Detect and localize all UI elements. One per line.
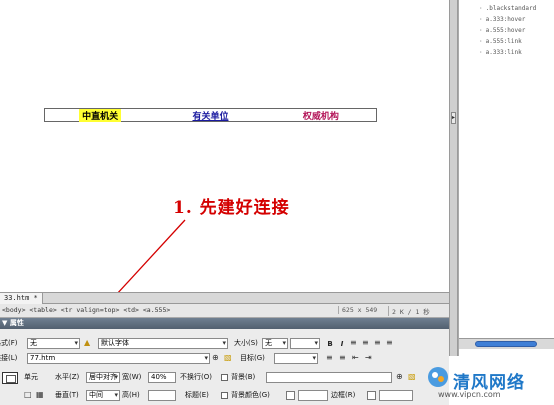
css-style-icon[interactable]: ▲ [84, 338, 90, 348]
font-select[interactable]: 默认字体 [98, 338, 228, 349]
height-input[interactable] [148, 390, 176, 401]
header-checkbox[interactable] [221, 392, 228, 399]
horizontal-align-label: 水平(Z) [55, 373, 80, 381]
bgcolor-swatch[interactable] [286, 391, 295, 400]
size-label: 大小(S) [234, 339, 258, 347]
border-label: 边框(R) [331, 391, 356, 399]
css-style-item[interactable]: a.333:hover [459, 14, 554, 25]
collapse-arrow-icon[interactable]: ▸ [451, 112, 456, 124]
css-style-item[interactable]: a.555:hover [459, 25, 554, 36]
status-bar: <body> <table> <tr valign=top> <td> <a.5… [0, 304, 449, 318]
align-left-icon[interactable]: ≡ [350, 338, 357, 348]
brand-url: www.vipcn.com [438, 390, 501, 399]
point-to-file-icon[interactable]: ⊕ [396, 372, 403, 382]
align-justify-icon[interactable]: ≡ [386, 338, 393, 348]
scroll-thumb[interactable] [475, 341, 537, 347]
link-label: 链接(L) [0, 354, 18, 362]
format-label: 格式(F) [0, 339, 18, 347]
tag-selector[interactable]: <body> <table> <tr valign=top> <td> <a.5… [2, 306, 170, 314]
size-select[interactable]: 无 [262, 338, 288, 349]
properties-panel: 格式(F) 无 ▲ 默认字体 大小(S) 无 B I ≡ ≡ ≡ ≡ 链接(L)… [0, 329, 449, 405]
css-style-item[interactable]: .blackstandard [459, 3, 554, 14]
italic-button[interactable]: I [337, 339, 347, 349]
align-right-icon[interactable]: ≡ [374, 338, 381, 348]
nowrap-checkbox[interactable] [221, 374, 228, 381]
align-center-icon[interactable]: ≡ [362, 338, 369, 348]
properties-panel-header[interactable]: ▼ 属性 [0, 318, 449, 329]
css-style-list: .blackstandard a.333:hover a.555:hover a… [459, 0, 554, 58]
background-label: 背景(B) [231, 373, 256, 381]
width-label: 宽(W) [122, 373, 142, 381]
bgcolor-label: 背景颜色(G) [231, 391, 270, 399]
target-label: 目标(G) [240, 354, 265, 362]
border-color-input[interactable] [379, 390, 413, 401]
download-size-readout: 2 K / 1 秒 [388, 306, 433, 316]
format-select[interactable]: 无 [27, 338, 80, 349]
document-tab[interactable]: 33.htm * [0, 293, 43, 304]
bgcolor-input[interactable] [298, 390, 328, 401]
size-unit-select[interactable] [290, 338, 320, 349]
css-style-item[interactable]: a.333:link [459, 47, 554, 58]
panel-splitter[interactable]: ▸ [449, 0, 458, 356]
border-color-swatch[interactable] [367, 391, 376, 400]
header-label: 标题(E) [185, 391, 209, 399]
link-input[interactable]: 77.htm [27, 353, 210, 364]
window-size-readout[interactable]: 625 x 549 [338, 306, 380, 314]
horizontal-scrollbar[interactable] [459, 338, 554, 349]
indent-icon[interactable]: ⇥ [365, 353, 372, 363]
horizontal-align-select[interactable]: 居中对齐 [86, 372, 120, 383]
table-cell-icon [2, 372, 18, 384]
brand-logo-icon [428, 367, 448, 387]
vertical-align-label: 垂直(T) [55, 391, 79, 399]
vertical-align-select[interactable]: 中间 [86, 390, 120, 401]
unordered-list-icon[interactable]: ≡ [326, 353, 333, 363]
target-select[interactable] [274, 353, 318, 364]
browse-folder-icon[interactable]: ▧ [408, 372, 416, 382]
nowrap-label: 不换行(O) [180, 373, 212, 381]
css-style-item[interactable]: a.555:link [459, 36, 554, 47]
browse-folder-icon[interactable]: ▧ [224, 353, 232, 363]
merge-cells-icon[interactable]: □ [24, 390, 32, 400]
background-image-input[interactable] [266, 372, 392, 383]
document-tab-bar: 33.htm * [0, 292, 449, 304]
width-input[interactable]: 40% [148, 372, 176, 383]
ordered-list-icon[interactable]: ≡ [339, 353, 346, 363]
height-label: 高(H) [122, 391, 140, 399]
bold-button[interactable]: B [325, 339, 335, 349]
split-cell-icon[interactable]: ▦ [36, 390, 44, 400]
cell-label: 单元 [24, 373, 38, 381]
outdent-icon[interactable]: ⇤ [352, 353, 359, 363]
css-styles-panel: .blackstandard a.333:hover a.555:hover a… [458, 0, 554, 356]
point-to-file-icon[interactable]: ⊕ [212, 353, 219, 363]
